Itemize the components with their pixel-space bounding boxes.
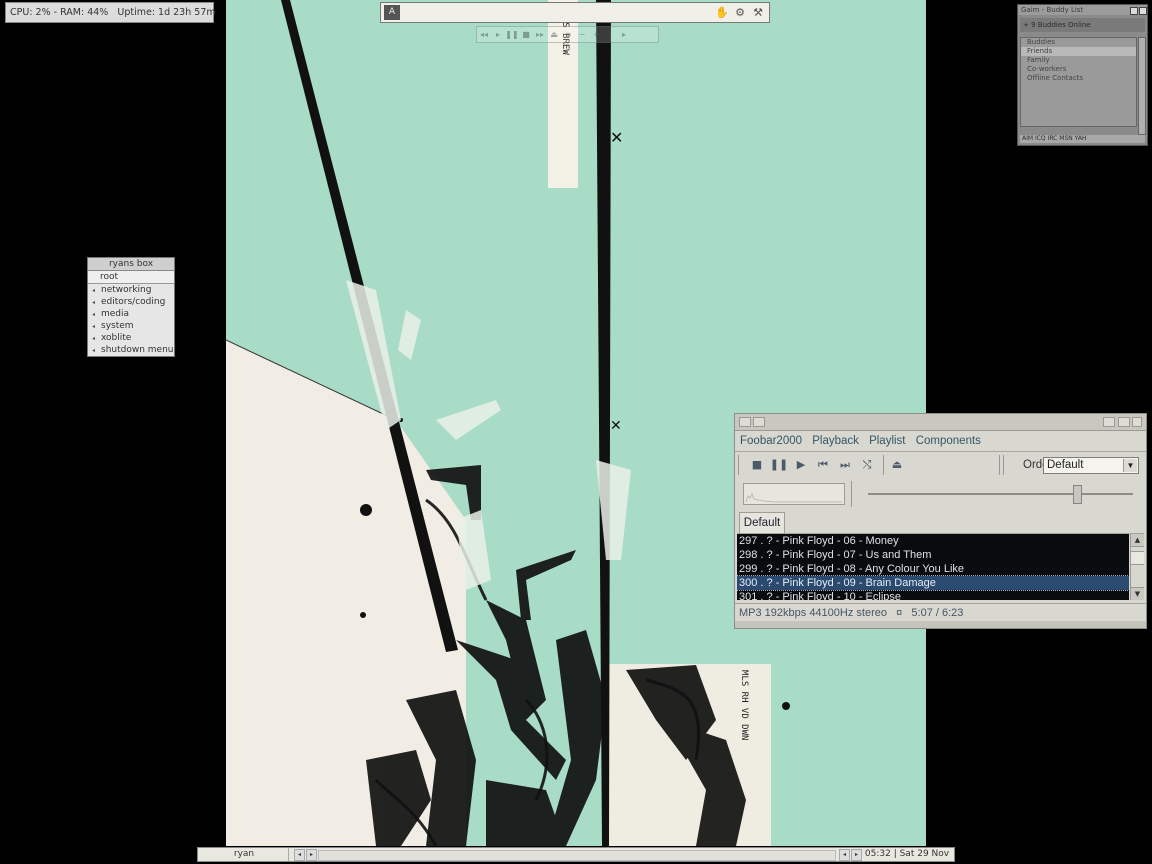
playlist-tabs: Default [737,511,1144,534]
taskbar: ryan ◂ ▸ ◂ ▸ 05:32 | Sat 29 Nov [197,847,955,862]
close-icon[interactable] [1139,7,1147,15]
next-task-icon[interactable]: ▸ [851,849,862,861]
buddy-search-field[interactable]: + 9 Buddies Online [1020,18,1145,32]
media-control-bar: ◂◂ ▸ ❚❚ ■ ▸▸ ⏏ ≡ − + · ▸ [476,26,659,43]
pause-icon[interactable]: ❚❚ [769,456,789,474]
prev-workspace-icon[interactable]: ◂ [294,849,305,861]
window-bottom-border [735,621,1146,628]
menu-item-media[interactable]: ◂ media [88,308,174,320]
spectrum-visualisation [743,483,845,505]
playlist-row[interactable]: 298 . ? - Pink Floyd - 07 - Us and Them [737,548,1129,562]
close-icon[interactable] [1132,417,1142,427]
scroll-up-icon[interactable]: ▲ [1131,534,1144,547]
previous-icon[interactable]: ⏮ [813,456,833,474]
menu-item-system[interactable]: ◂ system [88,320,174,332]
list-icon[interactable]: ≡ [561,27,575,42]
buddy-scrollbar[interactable] [1138,37,1146,135]
buddy-list-title[interactable]: Gaim - Buddy List [1018,5,1147,15]
seek-thumb[interactable] [1073,485,1082,504]
seek-track[interactable] [868,493,1133,495]
play-icon[interactable]: ▶ [791,456,811,474]
buddy-list-window: Gaim - Buddy List + 9 Buddies Online Bud… [1017,4,1148,146]
window-menu-icon[interactable] [739,417,751,427]
task-area[interactable] [318,850,836,861]
menu-item-xoblite[interactable]: ◂ xoblite [88,332,174,344]
buddy-group[interactable]: Family [1021,56,1136,65]
clock: 05:32 | Sat 29 Nov [864,849,950,859]
next-icon[interactable]: ▸▸ [533,27,547,42]
buddy-group[interactable]: Offline Contacts [1021,74,1136,83]
hand-icon[interactable]: ✋ [714,5,730,20]
playlist-row-selected[interactable]: 300 . ? - Pink Floyd - 09 - Brain Damage [737,575,1129,591]
menu-header: root [88,271,174,284]
chevron-down-icon[interactable]: ▼ [1123,459,1137,472]
minimize-icon[interactable] [1130,7,1138,15]
buddy-group[interactable]: Co-workers [1021,65,1136,74]
svg-text:✕: ✕ [610,418,622,434]
playlist-scrollbar[interactable]: ▲ ▼ [1130,534,1144,600]
scroll-thumb[interactable] [1131,551,1144,565]
stop-icon[interactable]: ■ [519,27,533,42]
menu-item-shutdown[interactable]: ◂ shutdown menu [88,344,174,356]
taskbar-workspace[interactable]: ryan [200,848,289,861]
protocol-bar: AIM ICQ IRC MSN YAH [1020,135,1145,143]
minimize-icon[interactable] [1103,417,1115,427]
playlist-row[interactable]: 301 . ? - Pink Floyd - 10 - Eclipse [737,590,1129,600]
menu-item-networking[interactable]: ◂ networking [88,284,174,296]
submenu-arrow-icon: ◂ [92,347,96,354]
minus-icon[interactable]: − [575,27,589,42]
dot-icon[interactable]: · [603,27,617,42]
eject-icon[interactable]: ⏏ [547,27,561,42]
menu-title: ryans box [88,258,174,271]
status-bar: MP3 192kbps 44100Hz stereo ¤ 5:07 / 6:23 [735,603,1146,621]
random-icon[interactable]: ⤭ [857,456,877,474]
prev-task-icon[interactable]: ◂ [839,849,850,861]
next-icon[interactable]: ⏭ [835,456,855,474]
pause-icon[interactable]: ❚❚ [505,27,519,42]
buddy-group[interactable]: Buddies [1021,38,1136,47]
root-menu: ryans box root ◂ networking ◂ editors/codi… [87,257,175,357]
menu-playback[interactable]: Playback [812,431,859,451]
playlist: 297 . ? - Pink Floyd - 06 - Money 298 . … [737,534,1129,600]
menu-components[interactable]: Components [916,431,981,451]
foobar-toolbar: ■ ❚❚ ▶ ⏮ ⏭ ⤭ ⏏ Order Default ▼ [737,453,1144,477]
menu-foobar2000[interactable]: Foobar2000 [740,431,802,451]
playlist-row[interactable]: 297 . ? - Pink Floyd - 06 - Money [737,534,1129,548]
maximize-icon[interactable] [1118,417,1130,427]
playlist-row[interactable]: 299 . ? - Pink Floyd - 08 - Any Colour Y… [737,562,1129,576]
top-toolbar: A ✋ ⚙ ⚒ [380,2,770,23]
buddy-group[interactable]: Friends [1021,47,1136,56]
wallpaper-text-2: MLS RH VD DWN [739,670,749,740]
system-monitor: CPU: 2% - RAM: 44% Uptime: 1d 23h 57m [5,2,216,23]
tab-default[interactable]: Default [739,512,785,533]
tools-icon[interactable]: ⚒ [750,5,766,20]
svg-text:✕: ✕ [610,128,623,147]
order-select[interactable]: Default ▼ [1043,457,1139,474]
open-icon[interactable]: ⏏ [887,456,907,474]
pin-icon[interactable] [753,417,765,427]
foobar-menubar: Foobar2000 Playback Playlist Components [735,431,1146,452]
app-launcher-button[interactable]: A [384,5,400,20]
plus-icon[interactable]: + [589,27,603,42]
prev-icon[interactable]: ◂◂ [477,27,491,42]
stop-icon[interactable]: ■ [747,456,767,474]
scroll-down-icon[interactable]: ▼ [1131,587,1144,600]
foobar-window: Foobar2000 Playback Playlist Components … [734,413,1147,629]
gear-icon[interactable]: ⚙ [732,5,748,20]
next-workspace-icon[interactable]: ▸ [306,849,317,861]
buddy-tree: Buddies Friends Family Co-workers Offlin… [1020,37,1137,127]
play-icon[interactable]: ▸ [491,27,505,42]
menu-playlist[interactable]: Playlist [869,431,905,451]
arrow-icon[interactable]: ▸ [617,27,631,42]
foobar-titlebar[interactable] [735,414,1146,431]
menu-item-editors[interactable]: ◂ editors/coding [88,296,174,308]
